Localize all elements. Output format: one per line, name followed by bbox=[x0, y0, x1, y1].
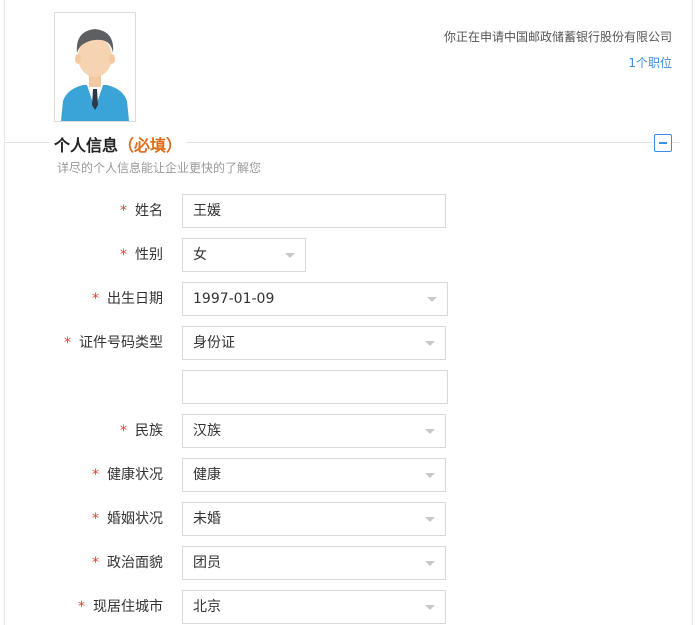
section-subtitle: 详尽的个人信息能让企业更快的了解您 bbox=[57, 161, 262, 175]
positions-link[interactable]: 1个职位 bbox=[444, 54, 672, 71]
form-row-id-type: * 证件号码类型 身份证 bbox=[0, 326, 698, 360]
apply-info: 你正在申请中国邮政储蓄银行股份有限公司 1个职位 bbox=[444, 28, 672, 71]
political-select[interactable]: 团员 bbox=[182, 546, 446, 580]
form-row-gender: * 性别 女 bbox=[0, 238, 698, 272]
id-number-input[interactable] bbox=[182, 370, 448, 404]
required-star: * bbox=[92, 291, 99, 307]
marital-label: * 婚姻状况 bbox=[92, 511, 163, 527]
form-row-health: * 健康状况 健康 bbox=[0, 458, 698, 492]
avatar-placeholder-icon bbox=[55, 13, 135, 121]
required-star: * bbox=[120, 203, 127, 219]
required-star: * bbox=[92, 467, 99, 483]
form-row-political: * 政治面貌 团员 bbox=[0, 546, 698, 580]
gender-select[interactable]: 女 bbox=[182, 238, 306, 272]
chevron-down-icon bbox=[425, 605, 435, 610]
form-row-id-number bbox=[0, 370, 698, 404]
birth-date-picker[interactable]: 1997-01-09 bbox=[182, 282, 448, 316]
chevron-down-icon bbox=[425, 473, 435, 478]
health-label: * 健康状况 bbox=[92, 467, 163, 483]
form-row-ethnicity: * 民族 汉族 bbox=[0, 414, 698, 448]
required-star: * bbox=[92, 511, 99, 527]
form-row-marital: * 婚姻状况 未婚 bbox=[0, 502, 698, 536]
name-label: * 姓名 bbox=[120, 203, 163, 219]
gender-label: * 性别 bbox=[120, 247, 163, 263]
avatar[interactable] bbox=[54, 12, 136, 122]
collapse-button[interactable] bbox=[654, 134, 672, 152]
name-input[interactable]: 王媛 bbox=[182, 194, 446, 228]
required-star: * bbox=[120, 247, 127, 263]
chevron-down-icon bbox=[427, 297, 437, 302]
chevron-down-icon bbox=[425, 429, 435, 434]
form-row-city: * 现居住城市 北京 bbox=[0, 590, 698, 624]
form-row-birth-date: * 出生日期 1997-01-09 bbox=[0, 282, 698, 316]
required-tag: （必填） bbox=[118, 136, 183, 155]
ethnicity-select[interactable]: 汉族 bbox=[182, 414, 446, 448]
id-type-label: * 证件号码类型 bbox=[64, 335, 163, 351]
chevron-down-icon bbox=[425, 561, 435, 566]
health-select[interactable]: 健康 bbox=[182, 458, 446, 492]
city-label: * 现居住城市 bbox=[78, 599, 163, 615]
section-title: 个人信息（必填） bbox=[50, 132, 187, 156]
political-label: * 政治面貌 bbox=[92, 555, 163, 571]
chevron-down-icon bbox=[425, 341, 435, 346]
apply-company-text: 你正在申请中国邮政储蓄银行股份有限公司 bbox=[443, 30, 672, 44]
ethnicity-label: * 民族 bbox=[120, 423, 163, 439]
city-select[interactable]: 北京 bbox=[182, 590, 446, 624]
id-type-select[interactable]: 身份证 bbox=[182, 326, 446, 360]
marital-select[interactable]: 未婚 bbox=[182, 502, 446, 536]
required-star: * bbox=[120, 423, 127, 439]
birth-date-label: * 出生日期 bbox=[92, 291, 163, 307]
required-star: * bbox=[92, 555, 99, 571]
required-star: * bbox=[64, 335, 71, 351]
form-row-name: * 姓名 王媛 bbox=[0, 194, 698, 228]
section-title-text: 个人信息 bbox=[54, 136, 119, 155]
required-star: * bbox=[78, 599, 85, 615]
chevron-down-icon bbox=[285, 253, 295, 258]
chevron-down-icon bbox=[425, 517, 435, 522]
